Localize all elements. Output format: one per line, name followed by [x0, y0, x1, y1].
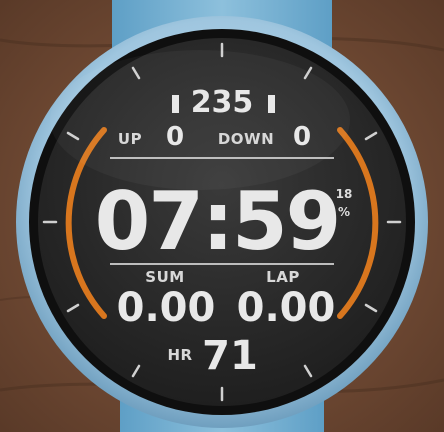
time-display: 07:59	[94, 175, 342, 268]
battery-unit: %	[337, 205, 351, 219]
lap-value: 0.00	[236, 285, 336, 331]
steps-value: 235	[190, 85, 254, 120]
lap-label: LAP	[266, 268, 300, 286]
up-value: 0	[165, 122, 185, 152]
watch-photo: 235 UP 0 DOWN 0 07:59 18 % SUM LAP 0.00 …	[0, 0, 444, 432]
sum-value: 0.00	[116, 285, 216, 331]
sum-label: SUM	[145, 268, 185, 286]
down-label: DOWN	[217, 130, 275, 148]
down-value: 0	[292, 122, 312, 152]
hr-label: HR	[167, 346, 193, 364]
hr-value: 71	[202, 333, 258, 379]
battery-value: 18	[335, 187, 353, 201]
up-label: UP	[117, 130, 143, 148]
